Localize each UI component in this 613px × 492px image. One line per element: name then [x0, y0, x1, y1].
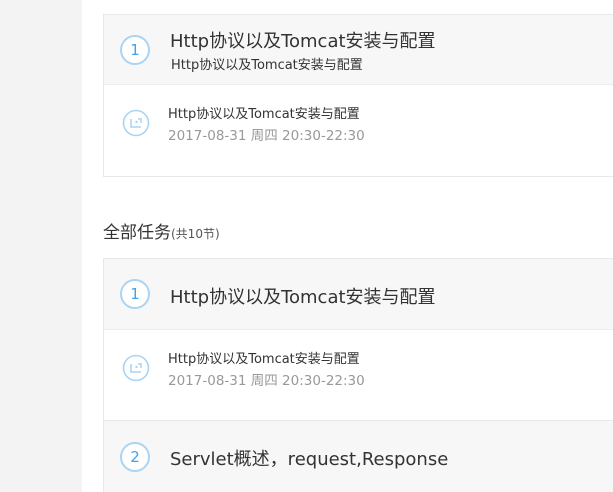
- chapter-number-badge: 2: [120, 442, 150, 472]
- chapter-card: 1 Http协议以及Tomcat安装与配置 Http协议以及Tomcat安装与配…: [103, 258, 613, 421]
- live-lesson-icon: [122, 354, 150, 382]
- task-time: 2017-08-31 周四 20:30-22:30: [168, 373, 365, 389]
- chapter-subtitle: Http协议以及Tomcat安装与配置: [171, 58, 363, 73]
- chapter-title[interactable]: Http协议以及Tomcat安装与配置: [170, 27, 436, 53]
- chapter-header[interactable]: 1 Http协议以及Tomcat安装与配置: [104, 259, 613, 330]
- chapter-number-badge: 1: [120, 35, 150, 65]
- task-name[interactable]: Http协议以及Tomcat安装与配置: [168, 103, 360, 122]
- all-tasks-count: (共10节): [171, 227, 220, 241]
- current-chapter-header[interactable]: 1 Http协议以及Tomcat安装与配置 Http协议以及Tomcat安装与配…: [104, 15, 613, 85]
- chapter-title[interactable]: Http协议以及Tomcat安装与配置: [170, 283, 436, 309]
- task-name[interactable]: Http协议以及Tomcat安装与配置: [168, 348, 360, 367]
- all-tasks-title: 全部任务: [103, 223, 171, 243]
- task-row[interactable]: Http协议以及Tomcat安装与配置 2017-08-31 周四 20:30-…: [104, 85, 613, 177]
- chapter-title[interactable]: Servlet概述，request,Response: [170, 445, 448, 471]
- left-rail: [0, 0, 82, 492]
- task-row[interactable]: Http协议以及Tomcat安装与配置 2017-08-31 周四 20:30-…: [104, 330, 613, 422]
- chapter-card: 2 Servlet概述，request,Response: [103, 421, 613, 492]
- current-chapter-card: 1 Http协议以及Tomcat安装与配置 Http协议以及Tomcat安装与配…: [103, 14, 613, 177]
- all-tasks-heading: 全部任务(共10节): [103, 218, 220, 243]
- task-time: 2017-08-31 周四 20:30-22:30: [168, 128, 365, 144]
- page: 1 Http协议以及Tomcat安装与配置 Http协议以及Tomcat安装与配…: [0, 0, 613, 492]
- chapter-number-badge: 1: [120, 279, 150, 309]
- chapter-header[interactable]: 2 Servlet概述，request,Response: [104, 421, 613, 492]
- live-lesson-icon: [122, 109, 150, 137]
- course-content: 1 Http协议以及Tomcat安装与配置 Http协议以及Tomcat安装与配…: [103, 0, 613, 492]
